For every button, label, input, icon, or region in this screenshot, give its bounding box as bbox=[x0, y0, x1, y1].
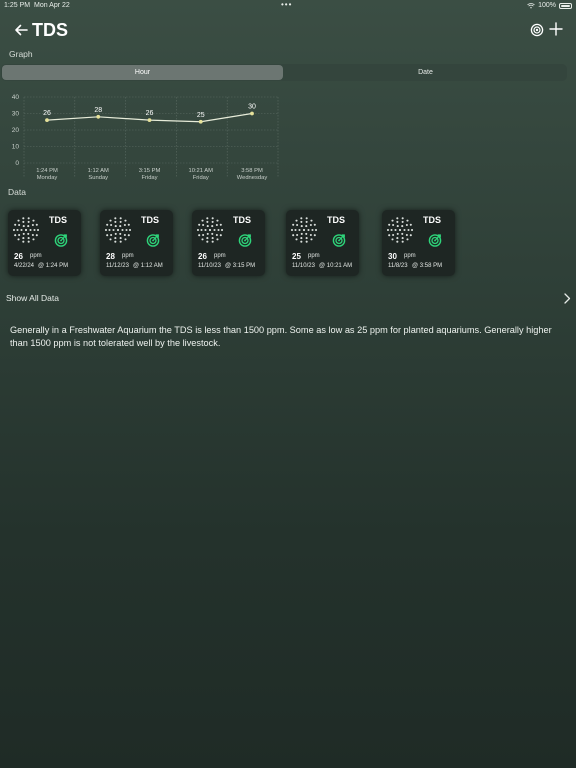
y-tick-label: 20 bbox=[12, 127, 20, 134]
card-unit: ppm bbox=[30, 253, 42, 259]
y-tick-label: 10 bbox=[12, 144, 20, 151]
card-time: @ 10:21 AM bbox=[319, 263, 353, 269]
card-value: 28 bbox=[106, 252, 115, 261]
card-date: 11/10/23 bbox=[292, 263, 315, 269]
dot-grid-icon bbox=[197, 217, 223, 243]
card-title: TDS bbox=[141, 215, 159, 225]
plus-icon[interactable] bbox=[549, 22, 563, 36]
show-all-data-button[interactable]: Show All Data bbox=[0, 290, 576, 308]
status-bar: 1:25 PM Mon Apr 22 ••• 100% bbox=[0, 0, 576, 12]
card-time: @ 3:58 PM bbox=[412, 263, 443, 269]
data-section-label: Data bbox=[8, 187, 26, 197]
data-point bbox=[147, 118, 152, 122]
y-tick-label: 0 bbox=[15, 160, 19, 167]
data-label: 25 bbox=[197, 112, 205, 119]
status-date: Mon Apr 22 bbox=[34, 2, 70, 9]
data-point bbox=[96, 114, 101, 119]
tds-line-chart: 0 10 20 30 40 26 1:24 PMMonday 28 1:12 AMSunday 2… bbox=[12, 94, 279, 181]
card-value: 30 bbox=[388, 252, 397, 261]
card-title: TDS bbox=[423, 215, 441, 225]
battery-icon bbox=[559, 2, 572, 9]
dot-grid-icon bbox=[13, 217, 39, 243]
dot-grid-icon bbox=[105, 217, 131, 243]
navigation-bar: TDS bbox=[0, 18, 576, 42]
card-value: 26 bbox=[198, 252, 207, 261]
data-point bbox=[45, 118, 49, 122]
battery-percent: 100% bbox=[538, 2, 556, 9]
back-arrow-icon[interactable] bbox=[13, 22, 29, 38]
x-tick-day-label: Wednesday bbox=[237, 175, 268, 181]
x-tick-day-label: Friday bbox=[141, 175, 157, 181]
tab-hour[interactable]: Hour bbox=[2, 65, 283, 80]
card-date: 11/10/23 bbox=[198, 263, 221, 269]
y-tick-label: 30 bbox=[12, 111, 20, 118]
target-icon bbox=[238, 234, 252, 247]
data-label: 26 bbox=[43, 110, 51, 117]
tds-description: Generally in a Freshwater Aquarium the T… bbox=[10, 325, 552, 348]
dot-grid-icon bbox=[291, 217, 317, 243]
graph-mode-segmented-control: Hour Date bbox=[1, 64, 567, 81]
x-tick-day-label: Sunday bbox=[88, 175, 108, 181]
data-label: 30 bbox=[248, 104, 256, 111]
x-tick-label: 1:12 AM bbox=[88, 168, 109, 174]
card-time: @ 3:15 PM bbox=[225, 263, 256, 269]
page-title: TDS bbox=[32, 20, 68, 40]
card-time: @ 1:24 PM bbox=[38, 263, 69, 269]
target-icon bbox=[428, 234, 442, 247]
data-point bbox=[250, 111, 254, 116]
card-unit: ppm bbox=[404, 253, 416, 259]
card-date: 11/12/23 bbox=[106, 263, 129, 269]
data-card[interactable]: TDS 25 ppm 11/10/23 @ 10:21 AM bbox=[286, 210, 359, 276]
x-tick-day-label: Friday bbox=[193, 175, 209, 181]
x-tick-label: 3:15 PM bbox=[139, 168, 161, 174]
dot-grid-icon bbox=[387, 217, 413, 243]
card-title: TDS bbox=[233, 215, 251, 225]
card-value: 26 bbox=[14, 252, 23, 261]
target-icon bbox=[54, 234, 68, 247]
x-tick-label: 1:24 PM bbox=[36, 168, 58, 174]
card-title: TDS bbox=[49, 215, 67, 225]
data-card[interactable]: TDS 26 ppm 11/10/23 @ 3:15 PM bbox=[192, 210, 265, 276]
chevron-right-icon bbox=[564, 293, 571, 304]
status-time: 1:25 PM bbox=[4, 2, 31, 9]
card-title: TDS bbox=[327, 215, 345, 225]
data-label: 26 bbox=[146, 110, 154, 117]
card-value: 25 bbox=[292, 252, 301, 261]
wifi-icon bbox=[527, 2, 535, 9]
status-indicators: 100% bbox=[527, 2, 572, 9]
data-card[interactable]: TDS 30 ppm 11/8/23 @ 3:58 PM bbox=[382, 210, 455, 276]
target-icon bbox=[332, 234, 346, 247]
card-unit: ppm bbox=[122, 253, 134, 259]
x-tick-label: 10:21 AM bbox=[189, 168, 214, 174]
target-icon bbox=[146, 234, 160, 247]
data-card[interactable]: TDS 26 ppm 4/22/24 @ 1:24 PM bbox=[8, 210, 81, 276]
target-settings-icon[interactable] bbox=[530, 23, 544, 37]
data-card[interactable]: TDS 28 ppm 11/12/23 @ 1:12 AM bbox=[100, 210, 173, 276]
show-all-data-label: Show All Data bbox=[6, 293, 59, 303]
x-tick-day-label: Monday bbox=[37, 175, 58, 181]
y-tick-label: 40 bbox=[12, 94, 20, 101]
card-date: 11/8/23 bbox=[388, 263, 408, 269]
card-unit: ppm bbox=[214, 253, 226, 259]
multitasking-dots-icon[interactable]: ••• bbox=[281, 0, 292, 9]
card-unit: ppm bbox=[308, 253, 320, 259]
data-point bbox=[198, 119, 203, 124]
tab-date[interactable]: Date bbox=[285, 65, 566, 80]
data-label: 28 bbox=[94, 107, 102, 114]
card-time: @ 1:12 AM bbox=[133, 263, 163, 269]
graph-section-label: Graph bbox=[9, 49, 33, 59]
card-date: 4/22/24 bbox=[14, 263, 35, 269]
x-tick-label: 3:58 PM bbox=[241, 168, 263, 174]
